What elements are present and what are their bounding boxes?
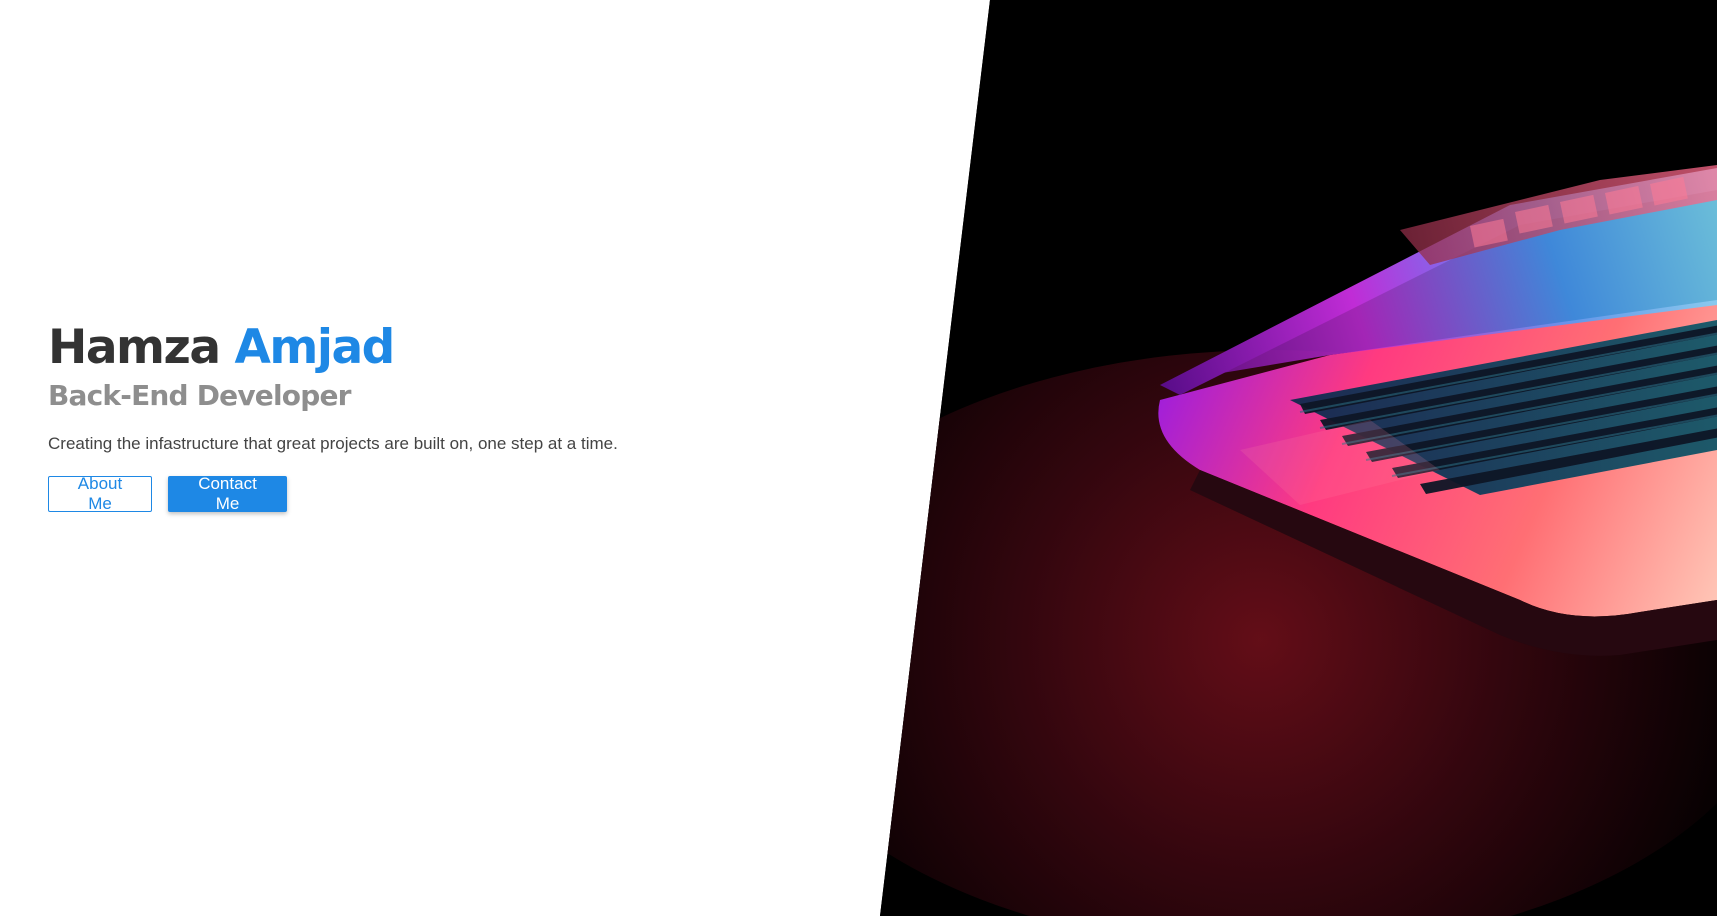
hero-intro: Hamza Amjad Back-End Developer Creating … xyxy=(48,318,808,513)
hero-name: Hamza Amjad xyxy=(48,318,808,378)
hero-role: Back-End Developer xyxy=(48,379,351,412)
about-me-button[interactable]: About Me xyxy=(48,474,152,513)
last-name: Amjad xyxy=(234,320,395,375)
landing-page: Hamza Amjad Back-End Developer Creating … xyxy=(0,0,1717,916)
contact-me-button[interactable]: Contact Me xyxy=(168,474,287,513)
first-name: Hamza xyxy=(48,320,221,375)
hero-actions: About Me Contact Me xyxy=(48,474,808,513)
hero-tagline: Creating the infastructure that great pr… xyxy=(48,434,618,453)
